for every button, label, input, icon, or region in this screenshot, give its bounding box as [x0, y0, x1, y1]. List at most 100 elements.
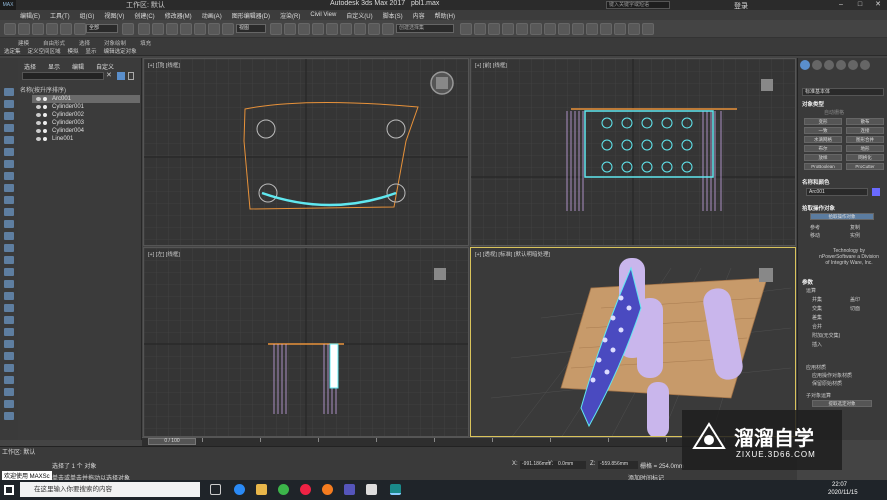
toolbar-button[interactable] [60, 23, 72, 35]
y-field[interactable]: 0.0mm [556, 461, 586, 469]
toolbar-button[interactable] [354, 23, 366, 35]
object-type-button[interactable]: 变形 [804, 118, 842, 125]
scene-filter-icon[interactable] [4, 100, 14, 108]
toolbar-button[interactable] [152, 23, 164, 35]
ribbon-quick-item[interactable]: 显示 [86, 47, 97, 55]
pick-operand-heading[interactable]: 拾取操作对象 [802, 204, 835, 212]
ribbon-tab[interactable]: 选择 [79, 39, 90, 47]
object-type-button[interactable]: 网格化 [846, 154, 884, 161]
menu-item[interactable]: 内容 [413, 11, 425, 20]
ribbon-quick-item[interactable]: 模拟 [68, 47, 79, 55]
pick-option-radio[interactable]: 复制 [850, 224, 860, 231]
object-type-button[interactable]: 地形 [846, 145, 884, 152]
scene-filter-icon[interactable] [4, 340, 14, 348]
operation-radio[interactable]: 合并 [812, 323, 822, 330]
scene-tab[interactable]: 编辑 [72, 62, 84, 71]
selection-set-dropdown[interactable]: 创建选择集 [396, 24, 454, 33]
scene-list-item[interactable]: Line001 [32, 135, 140, 143]
toolbar-button[interactable] [222, 23, 234, 35]
app-icon-purple[interactable] [344, 484, 355, 495]
toolbar-button[interactable] [340, 23, 352, 35]
scene-list-header[interactable]: 名称(按升序排序) [20, 85, 138, 94]
toolbar-button[interactable] [572, 23, 584, 35]
scene-list-item[interactable]: Cylinder003 [32, 119, 140, 127]
3dsmax-taskbar-icon[interactable] [390, 484, 401, 495]
app-icon-green[interactable] [278, 484, 289, 495]
scene-filter-icon[interactable] [4, 232, 14, 240]
task-view-icon[interactable] [210, 484, 221, 495]
z-field[interactable]: -559.856mm [598, 461, 638, 469]
scene-filter-icon[interactable] [4, 148, 14, 156]
operation-radio[interactable]: 差集 [812, 314, 822, 321]
viewport-top[interactable]: [+] [顶] [线框] [143, 58, 469, 246]
apply-opt-2[interactable]: 保留原始材质 [812, 380, 842, 387]
maximize-icon[interactable]: □ [851, 0, 869, 10]
apply-opt-1[interactable]: 应用操作对象材质 [812, 372, 852, 379]
scene-search-input[interactable] [22, 72, 104, 80]
operation-radio[interactable]: 并集 [812, 296, 822, 303]
viewport-front[interactable]: [+] [前] [线框] [470, 58, 796, 246]
scene-list-item[interactable]: Cylinder002 [32, 111, 140, 119]
toolbar-button[interactable] [122, 23, 134, 35]
scene-filter-icon[interactable] [4, 196, 14, 204]
toolbar-button[interactable] [628, 23, 640, 35]
scene-filter-icon[interactable] [4, 256, 14, 264]
scene-filter-icon[interactable] [4, 400, 14, 408]
operation-radio[interactable]: 附加(无交集) [812, 332, 840, 339]
pick-option-radio[interactable]: 移动 [810, 232, 820, 239]
selection-filter-dropdown[interactable]: 全部 [86, 24, 118, 33]
ribbon-quick-item[interactable]: 选定集 [4, 47, 21, 55]
scene-filter-icon[interactable] [4, 220, 14, 228]
toolbar-button[interactable] [298, 23, 310, 35]
minimize-icon[interactable]: – [832, 0, 850, 10]
toolbar-button[interactable] [326, 23, 338, 35]
menu-item[interactable]: 工具(T) [50, 11, 70, 20]
taskbar-search[interactable]: 在这里输入你要搜索的内容 [20, 482, 200, 497]
ribbon-tab[interactable]: 填充 [140, 39, 151, 47]
display-tab-icon[interactable] [848, 60, 858, 70]
visibility-icon[interactable] [36, 137, 41, 141]
filter-icon[interactable] [117, 72, 125, 80]
scene-tab[interactable]: 显示 [48, 62, 60, 71]
toolbar-button[interactable] [138, 23, 150, 35]
menu-item[interactable]: 渲染(R) [280, 11, 300, 20]
explorer-icon[interactable] [256, 484, 267, 495]
menu-item[interactable]: 修改器(M) [165, 11, 192, 20]
visibility-icon[interactable] [36, 97, 41, 101]
toolbar-button[interactable] [208, 23, 220, 35]
motion-tab-icon[interactable] [836, 60, 846, 70]
scene-filter-icon[interactable] [4, 136, 14, 144]
create-tab-icon[interactable] [800, 60, 810, 70]
viewport-label[interactable]: [+] [顶] [线框] [148, 61, 180, 69]
toolbar-button[interactable] [530, 23, 542, 35]
search-input[interactable]: 键入关键字或短语 [606, 1, 670, 9]
scene-filter-icon[interactable] [4, 88, 14, 96]
toolbar-button[interactable] [488, 23, 500, 35]
toolbar-button[interactable] [544, 23, 556, 35]
menu-item[interactable]: 视图(V) [104, 11, 124, 20]
close-icon[interactable]: ✕ [869, 0, 887, 10]
object-type-button[interactable]: 水滴网格 [804, 136, 842, 143]
visibility-icon[interactable] [36, 105, 41, 109]
color-swatch[interactable] [872, 188, 880, 196]
scene-filter-icon[interactable] [4, 268, 14, 276]
viewport-left[interactable]: [+] [左] [线框] [143, 247, 469, 437]
toolbar-button[interactable] [614, 23, 626, 35]
menu-item[interactable]: 自定义(U) [346, 11, 372, 20]
toolbar-button[interactable] [642, 23, 654, 35]
lock-icon[interactable] [128, 72, 134, 80]
utilities-tab-icon[interactable] [860, 60, 870, 70]
scene-filter-icon[interactable] [4, 244, 14, 252]
app-icon-red[interactable] [300, 484, 311, 495]
viewport-label[interactable]: [+] [左] [线框] [148, 250, 180, 258]
operation-radio[interactable]: 交集 [812, 305, 822, 312]
object-type-button[interactable]: 散布 [846, 118, 884, 125]
maxscript-listener[interactable]: 欢迎使用 MAXSc [2, 471, 52, 480]
pick-option-radio[interactable]: 实例 [850, 232, 860, 239]
scene-filter-icon[interactable] [4, 160, 14, 168]
viewport-label[interactable]: [+] [前] [线框] [475, 61, 507, 69]
toolbar-button[interactable] [460, 23, 472, 35]
scene-filter-icon[interactable] [4, 172, 14, 180]
visibility-icon[interactable] [36, 113, 41, 117]
scene-filter-icon[interactable] [4, 304, 14, 312]
